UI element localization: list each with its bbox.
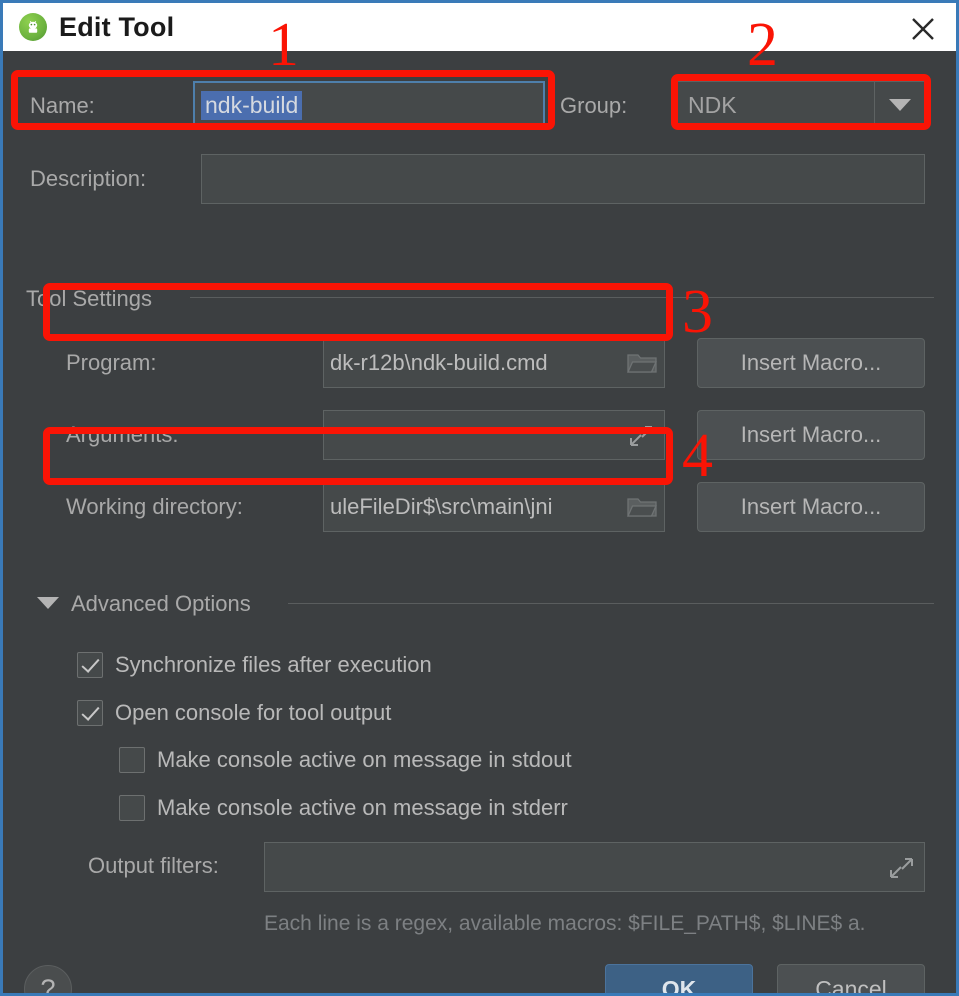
name-field-row: Name: ndk-build Group: NDK bbox=[3, 77, 956, 133]
tool-settings-section-title: Tool Settings bbox=[26, 286, 152, 311]
description-input[interactable] bbox=[201, 154, 925, 204]
insert-macro-button-arguments[interactable]: Insert Macro... bbox=[697, 410, 925, 460]
ok-button[interactable]: OK bbox=[605, 964, 753, 993]
program-input[interactable]: dk-r12b\ndk-build.cmd bbox=[323, 338, 665, 388]
output-filters-label: Output filters: bbox=[88, 853, 219, 878]
checkbox-label: Open console for tool output bbox=[115, 700, 392, 725]
checkbox-label: Synchronize files after execution bbox=[115, 652, 432, 677]
dialog-title: Edit Tool bbox=[59, 11, 175, 42]
expand-icon[interactable] bbox=[888, 856, 914, 880]
name-label: Name: bbox=[30, 93, 95, 118]
working-directory-input-value: uleFileDir$\src\main\jni bbox=[330, 494, 553, 519]
chevron-down-icon[interactable] bbox=[37, 597, 59, 609]
group-label: Group: bbox=[560, 93, 628, 118]
name-input[interactable]: ndk-build bbox=[193, 81, 545, 129]
folder-icon[interactable] bbox=[627, 495, 657, 519]
checkbox-icon[interactable] bbox=[119, 795, 145, 821]
android-studio-icon bbox=[19, 13, 47, 41]
advanced-options-section-title: Advanced Options bbox=[71, 591, 251, 616]
android-robot-glyph bbox=[28, 20, 38, 33]
help-button[interactable]: ? bbox=[24, 965, 72, 993]
description-label: Description: bbox=[30, 166, 147, 191]
tool-settings-separator bbox=[190, 297, 934, 298]
output-filters-hint: Each line is a regex, available macros: … bbox=[264, 912, 866, 935]
expand-icon[interactable] bbox=[628, 424, 654, 448]
insert-macro-button-program[interactable]: Insert Macro... bbox=[697, 338, 925, 388]
folder-icon[interactable] bbox=[627, 351, 657, 375]
close-icon[interactable] bbox=[906, 12, 940, 46]
working-directory-label: Working directory: bbox=[66, 494, 243, 519]
output-filters-input[interactable] bbox=[264, 842, 925, 892]
name-input-value: ndk-build bbox=[201, 90, 303, 120]
checkbox-console-active-stdout[interactable]: Make console active on message in stdout bbox=[119, 747, 572, 773]
program-label: Program: bbox=[66, 350, 157, 375]
group-combobox-value: NDK bbox=[688, 91, 737, 118]
arguments-label: Arguments: bbox=[66, 422, 179, 447]
checkbox-icon[interactable] bbox=[119, 747, 145, 773]
checkbox-label: Make console active on message in stderr bbox=[157, 795, 568, 820]
group-combobox[interactable]: NDK bbox=[677, 81, 925, 129]
checkbox-synchronize-files[interactable]: Synchronize files after execution bbox=[77, 652, 432, 678]
program-input-value: dk-r12b\ndk-build.cmd bbox=[330, 350, 548, 375]
edit-tool-dialog: Edit Tool Name: ndk-build Group: NDK Des… bbox=[0, 0, 959, 996]
advanced-options-separator bbox=[288, 603, 934, 604]
cancel-button[interactable]: Cancel bbox=[777, 964, 925, 993]
checkbox-label: Make console active on message in stdout bbox=[157, 747, 572, 772]
insert-macro-button-working-directory[interactable]: Insert Macro... bbox=[697, 482, 925, 532]
working-directory-input[interactable]: uleFileDir$\src\main\jni bbox=[323, 482, 665, 532]
checkbox-console-active-stderr[interactable]: Make console active on message in stderr bbox=[119, 795, 568, 821]
checkbox-icon[interactable] bbox=[77, 652, 103, 678]
checkbox-open-console[interactable]: Open console for tool output bbox=[77, 700, 391, 726]
dialog-body: Name: ndk-build Group: NDK Description: … bbox=[3, 51, 956, 993]
checkbox-icon[interactable] bbox=[77, 700, 103, 726]
dialog-titlebar: Edit Tool bbox=[3, 0, 956, 51]
chevron-down-icon[interactable] bbox=[874, 82, 924, 128]
arguments-input[interactable] bbox=[323, 410, 665, 460]
